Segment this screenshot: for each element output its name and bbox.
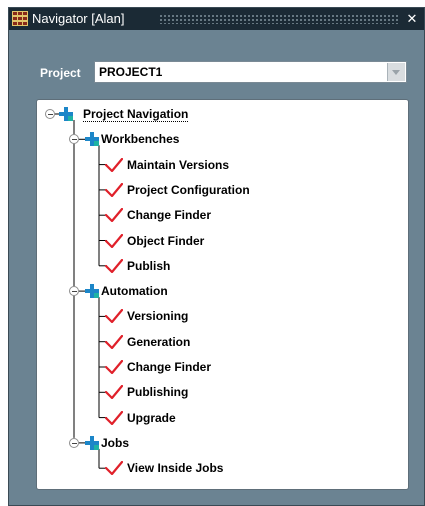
tree-item-publishing[interactable]: Publishing (37, 383, 397, 401)
tree-item-publish[interactable]: Publish (37, 257, 397, 275)
tree-item-label: Project Configuration (127, 182, 250, 197)
tree-item-change-finder[interactable]: Change Finder (37, 358, 397, 376)
tree-item-label: Generation (127, 334, 191, 349)
project-select[interactable]: PROJECT1 (94, 61, 407, 83)
tree-root[interactable]: Project Navigation (37, 105, 397, 123)
check-icon (104, 410, 124, 425)
title-bar[interactable]: Navigator [Alan] ✕ (9, 8, 424, 30)
tree-root-label: Project Navigation (83, 107, 189, 122)
tree-item-label: Publish (127, 258, 171, 273)
chevron-down-icon[interactable] (387, 63, 405, 81)
collapse-icon[interactable] (45, 109, 55, 119)
tree-item-upgrade[interactable]: Upgrade (37, 409, 397, 427)
tree-item-label: Change Finder (127, 360, 212, 374)
tree-item-versioning[interactable]: Versioning (37, 307, 397, 325)
check-icon (104, 233, 124, 248)
tree-item-label: Maintain Versions (127, 157, 230, 172)
navigation-tree: Project Navigation Workbenches Maintain Ve… (36, 99, 409, 490)
collapse-icon[interactable] (69, 134, 79, 145)
navigator-window: Navigator [Alan] ✕ Project PROJECT1 Proj… (8, 7, 425, 506)
cross-icon (85, 284, 99, 299)
tree-item-label: View Inside Jobs (127, 461, 224, 476)
collapse-icon[interactable] (69, 286, 79, 297)
check-icon (104, 182, 124, 197)
tree-item-object-finder[interactable]: Object Finder (37, 232, 397, 250)
title-grip (159, 14, 400, 24)
tree-item-label: Change Finder (127, 208, 212, 223)
tree-item-label: Upgrade (127, 410, 176, 425)
cross-icon (59, 107, 73, 121)
cross-icon (85, 435, 99, 450)
tree-item-project-configuration[interactable]: Project Configuration (37, 181, 397, 199)
check-icon (104, 309, 124, 324)
tree-group-label: Workbenches (101, 132, 180, 147)
tree-group-label: Automation (101, 284, 168, 299)
check-icon (104, 385, 124, 400)
tree-group-label: Jobs (101, 435, 130, 450)
grid-icon (12, 11, 28, 26)
check-icon (104, 258, 124, 273)
collapse-icon[interactable] (69, 437, 79, 448)
check-icon (104, 359, 124, 375)
tree-item-maintain-versions[interactable]: Maintain Versions (37, 156, 397, 174)
project-select-value: PROJECT1 (99, 65, 163, 79)
check-icon (104, 334, 124, 349)
tree-item-label: Publishing (127, 385, 189, 400)
cross-icon (85, 132, 99, 147)
tree-group-jobs[interactable]: Jobs (37, 434, 397, 452)
tree-group-automation[interactable]: Automation (37, 282, 397, 300)
tree-group-workbenches[interactable]: Workbenches (37, 130, 397, 148)
check-icon (104, 208, 124, 223)
tree-item-label: Versioning (127, 309, 189, 324)
check-icon (104, 461, 124, 476)
tree-item-view-inside-jobs[interactable]: View Inside Jobs (37, 459, 397, 477)
window-title: Navigator [Alan] (32, 11, 125, 26)
tree-item-change-finder[interactable]: Change Finder (37, 206, 397, 224)
tree-item-label: Object Finder (127, 233, 205, 248)
check-icon (104, 157, 124, 172)
close-icon[interactable]: ✕ (404, 11, 420, 27)
tree-item-generation[interactable]: Generation (37, 333, 397, 351)
project-label: Project (40, 66, 81, 80)
